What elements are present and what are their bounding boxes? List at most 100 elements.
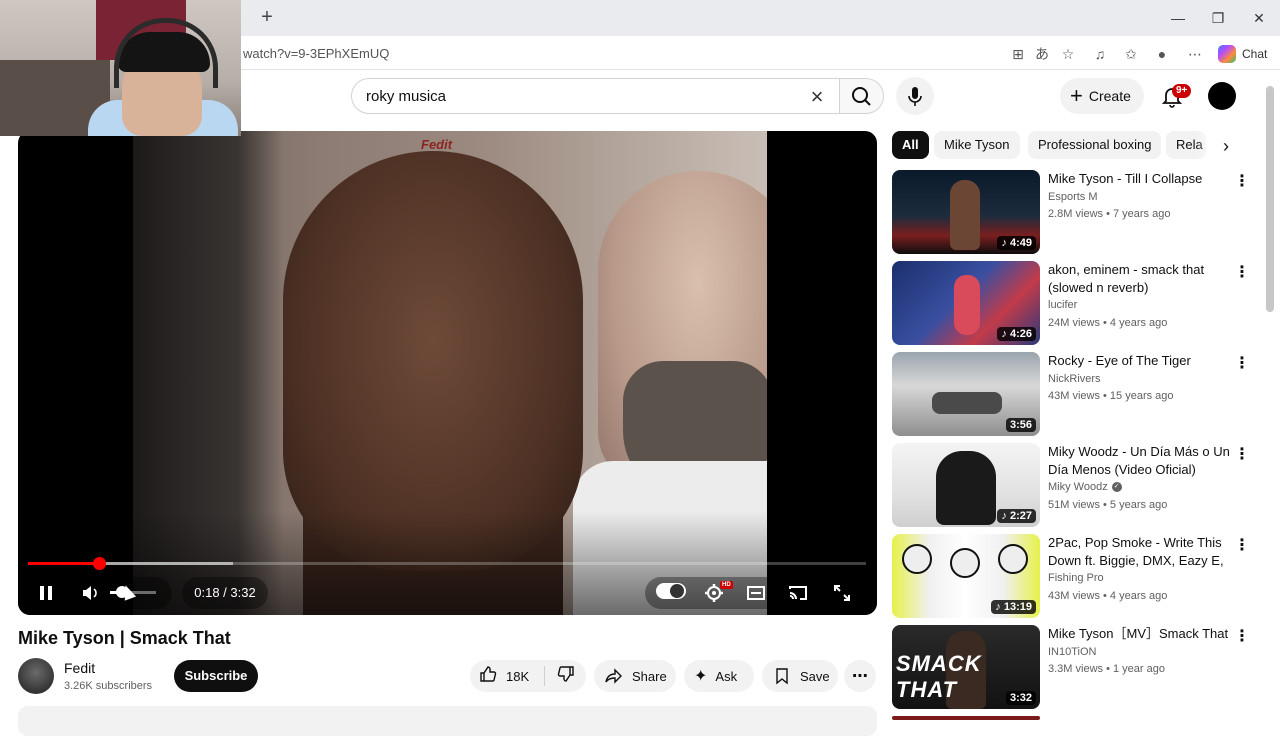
like-divider	[544, 666, 545, 686]
rec-video[interactable]: ♪ 2:27 Miky Woodz - Un Día Más o Un Día …	[892, 443, 1252, 527]
translate-icon[interactable]: あ	[1032, 44, 1052, 64]
rec-channel[interactable]: NickRivers	[1048, 373, 1101, 385]
search-icon	[852, 87, 871, 106]
restore-button[interactable]: ❐	[1208, 8, 1228, 28]
rec-video[interactable]: ♪ 13:19 2Pac, Pop Smoke - Write This Dow…	[892, 534, 1252, 618]
media-control-icon[interactable]: ♫	[1090, 44, 1110, 64]
sparkle-icon: ✦	[694, 668, 708, 685]
fullscreen-exit-button[interactable]	[826, 577, 858, 609]
new-tab-button[interactable]: +	[256, 6, 278, 28]
chip-professional-boxing[interactable]: Professional boxing	[1028, 131, 1162, 159]
rec-video[interactable]: 3:56 Rocky - Eye of The Tiger NickRivers…	[892, 352, 1252, 436]
progress-scrubber[interactable]	[93, 557, 106, 570]
rec-title[interactable]: Mike Tyson［MV］Smack That	[1048, 625, 1230, 643]
verified-check-icon: ✓	[1111, 482, 1122, 493]
thumbs-down-icon	[557, 665, 574, 682]
favorite-star-icon[interactable]: ☆	[1058, 44, 1078, 64]
channel-name[interactable]: Fedit	[64, 660, 95, 676]
thumb-skull	[950, 548, 980, 578]
subscribe-button[interactable]: Subscribe	[174, 660, 258, 692]
microphone-icon	[908, 87, 922, 106]
rec-thumbnail[interactable]: SMACK THAT 3:32	[892, 625, 1040, 709]
favorites-icon[interactable]: ✩	[1121, 44, 1141, 64]
chip-mike-tyson[interactable]: Mike Tyson	[934, 131, 1020, 159]
rec-channel[interactable]: lucifer	[1048, 299, 1077, 311]
more-vertical-icon[interactable]: ⋮	[1234, 263, 1250, 283]
minimize-button[interactable]: —	[1168, 8, 1188, 28]
rec-thumbnail	[892, 716, 1040, 720]
description-box[interactable]	[18, 706, 877, 736]
create-label: Create	[1088, 88, 1131, 104]
rec-thumbnail[interactable]: ♪ 13:19	[892, 534, 1040, 618]
share-label: Share	[632, 668, 667, 684]
rec-title[interactable]: Mike Tyson - Till I Collapse	[1048, 170, 1230, 188]
channel-avatar[interactable]	[18, 658, 54, 694]
copilot-chat-button[interactable]: Chat	[1218, 44, 1267, 64]
rec-duration: ♪ 4:26	[997, 327, 1036, 341]
chevron-right-icon[interactable]: ›	[1216, 136, 1236, 156]
profile-icon[interactable]: ●	[1152, 44, 1172, 64]
rec-video[interactable]: SMACK THAT 3:32 Mike Tyson［MV］Smack That…	[892, 625, 1252, 709]
rec-channel[interactable]: Miky Woodz ✓	[1048, 481, 1122, 493]
page-scrollbar[interactable]	[1266, 86, 1274, 312]
chip-all[interactable]: All	[892, 131, 929, 159]
url-field[interactable]: watch?v=9-3EPhXEmUQ	[243, 46, 389, 61]
more-vertical-icon[interactable]: ⋮	[1234, 445, 1250, 465]
rec-duration: ♪ 4:49	[997, 236, 1036, 250]
rec-channel[interactable]: IN10TiON	[1048, 646, 1097, 658]
rec-title[interactable]: akon, eminem - smack that (slowed n reve…	[1048, 261, 1230, 297]
rec-channel[interactable]: Esports M	[1048, 191, 1098, 203]
rec-video[interactable]: ♪ 4:49 Mike Tyson - Till I Collapse Espo…	[892, 170, 1252, 254]
video-player[interactable]: Fedit 0:18 / 3:32 HD	[18, 131, 877, 615]
more-vertical-icon[interactable]: ⋮	[1234, 354, 1250, 374]
channel-subscriber-count: 3.26K subscribers	[64, 680, 153, 692]
account-avatar[interactable]	[1208, 82, 1236, 110]
fullscreen-icon	[834, 585, 850, 601]
notification-count-badge: 9+	[1172, 84, 1192, 98]
theater-mode-button[interactable]	[740, 577, 772, 609]
rec-duration: ♪ 13:19	[991, 600, 1036, 614]
voice-search-button[interactable]	[896, 77, 934, 115]
rec-duration: 3:56	[1005, 418, 1036, 432]
thumb-figure	[932, 392, 1002, 414]
close-window-button[interactable]: ✕	[1249, 8, 1269, 28]
more-vertical-icon[interactable]: ⋮	[1234, 627, 1250, 647]
mute-button[interactable]	[74, 577, 106, 609]
dislike-button[interactable]	[551, 664, 581, 689]
rec-title[interactable]: Miky Woodz - Un Día Más o Un Día Menos (…	[1048, 443, 1230, 479]
clear-search-icon[interactable]: ×	[804, 84, 830, 110]
more-horizontal-icon: ⋯	[852, 668, 868, 685]
more-menu-icon[interactable]: ⋯	[1185, 44, 1205, 64]
thumb-skull	[998, 544, 1028, 574]
rec-thumbnail[interactable]: ♪ 4:49	[892, 170, 1040, 254]
video-title: Mike Tyson | Smack That	[18, 628, 231, 648]
rec-title[interactable]: Rocky - Eye of The Tiger	[1048, 352, 1230, 370]
share-button[interactable]: Share	[594, 660, 676, 692]
apps-icon[interactable]: ⊞	[1008, 44, 1028, 64]
bookmark-icon	[776, 668, 788, 685]
rec-thumbnail[interactable]: 3:56	[892, 352, 1040, 436]
rec-channel[interactable]: Fishing Pro	[1048, 572, 1104, 584]
rec-video-partial[interactable]	[892, 716, 1252, 720]
rec-title[interactable]: 2Pac, Pop Smoke - Write This Down ft. Bi…	[1048, 534, 1230, 570]
rec-thumbnail[interactable]: ♪ 2:27	[892, 443, 1040, 527]
search-input[interactable]: roky musica	[366, 88, 446, 105]
more-vertical-icon[interactable]: ⋮	[1234, 172, 1250, 192]
video-boxer-face	[283, 151, 583, 571]
ask-button[interactable]: ✦ Ask	[684, 660, 754, 692]
create-button[interactable]: + Create	[1060, 78, 1144, 114]
rec-meta: 51M views • 5 years ago	[1048, 499, 1168, 511]
more-vertical-icon[interactable]: ⋮	[1234, 536, 1250, 556]
rec-meta: 43M views • 4 years ago	[1048, 590, 1168, 602]
thumb-figure	[950, 180, 980, 250]
cast-button[interactable]	[782, 577, 814, 609]
search-box[interactable]: roky musica ×	[351, 78, 840, 114]
rec-video[interactable]: ♪ 4:26 akon, eminem - smack that (slowed…	[892, 261, 1252, 345]
like-button[interactable]	[470, 664, 506, 689]
save-button[interactable]: Save	[762, 660, 838, 692]
more-actions-button[interactable]: ⋯	[844, 660, 876, 692]
thumb-skull	[902, 544, 932, 574]
pause-button[interactable]	[30, 577, 62, 609]
rec-thumbnail[interactable]: ♪ 4:26	[892, 261, 1040, 345]
search-button[interactable]	[839, 78, 884, 114]
